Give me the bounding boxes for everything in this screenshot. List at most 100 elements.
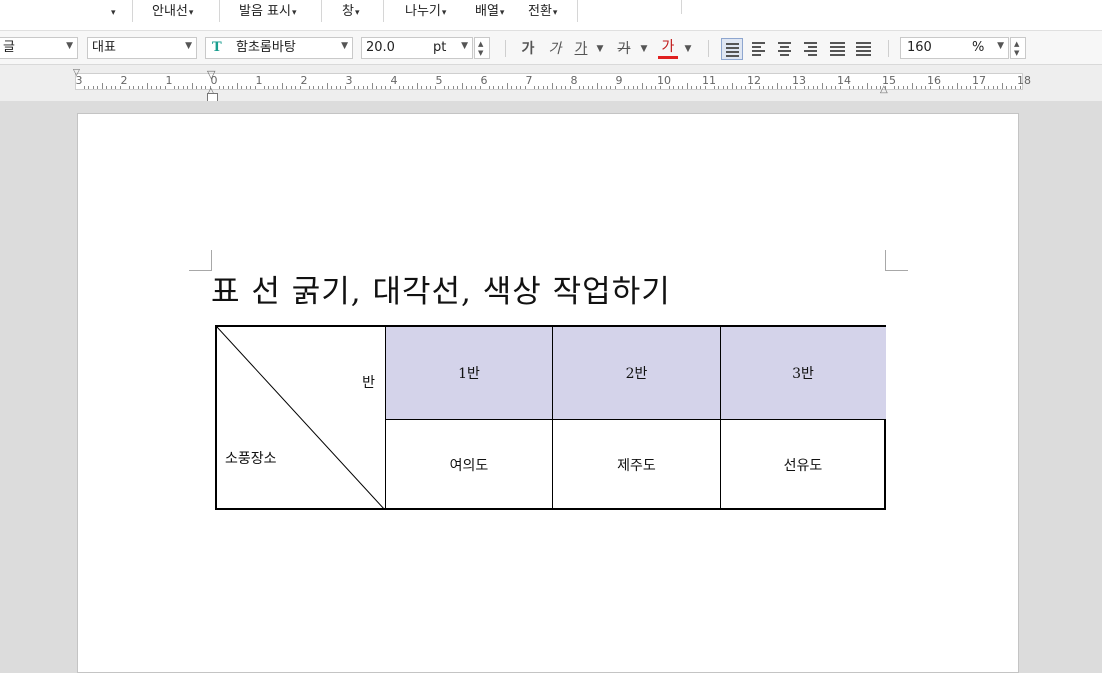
left-margin-marker-icon[interactable]: ▽: [73, 69, 80, 78]
font-color-button[interactable]: 가: [658, 39, 678, 59]
table-header-cell[interactable]: 3반: [720, 327, 886, 419]
ruler-tick: [875, 86, 877, 89]
ruler-tick: [479, 86, 481, 89]
ruler-tick: [497, 86, 499, 89]
chevron-up-icon[interactable]: ▲: [1014, 40, 1019, 48]
ruler-tick: [623, 86, 625, 89]
data-table[interactable]: 1반 2반 3반 여의도 제주도 선유도 반 소풍장소: [215, 325, 886, 510]
ruler-tick: [898, 86, 899, 89]
ruler-tick: [416, 83, 418, 89]
font-size-select[interactable]: 20.0 pt ▼: [361, 37, 473, 59]
chevron-up-icon[interactable]: ▲: [478, 40, 483, 48]
table-body-cell[interactable]: 제주도: [553, 419, 720, 510]
font-size-stepper[interactable]: ▲ ▼: [474, 37, 490, 59]
ribbon-menu: ▾ 안내선▾ 발음 표시▾ 창▾ 나누기▾ 배열▾ 전환▾: [0, 0, 1102, 31]
ruler-tick: [196, 86, 197, 89]
align-justify-button[interactable]: [721, 38, 743, 60]
ruler-tick: [628, 86, 629, 89]
ruler-tick: [997, 86, 998, 89]
table-body-cell[interactable]: 선유도: [720, 419, 886, 510]
ruler-tick: [547, 86, 548, 89]
ruler-tick: [344, 86, 346, 89]
strikethrough-button[interactable]: 가: [615, 39, 633, 59]
font-select[interactable]: T 함초롬바탕 ▼: [205, 37, 353, 59]
style-select[interactable]: 대표 ▼: [87, 37, 197, 59]
guideline-menu[interactable]: 안내선▾: [152, 3, 193, 21]
ruler-tick: [425, 86, 427, 89]
ruler-tick: [254, 86, 256, 89]
line-spacing-stepper[interactable]: ▲ ▼: [1010, 37, 1026, 59]
ruler-tick: [650, 86, 652, 89]
chevron-down-icon: ▾: [111, 8, 116, 18]
margin-corner-marker: [189, 250, 212, 271]
window-menu-label: 창: [342, 4, 354, 19]
ruler-tick: [637, 86, 638, 89]
split-menu[interactable]: 나누기▾: [405, 3, 446, 21]
ruler-tick: [340, 86, 341, 89]
align-center-button[interactable]: [774, 38, 796, 60]
table-header-cell[interactable]: 2반: [553, 327, 720, 419]
ruler-tick: [907, 86, 908, 89]
ruler-tick: [565, 86, 566, 89]
ruler-tick: [812, 86, 814, 89]
ruler-tick: [452, 86, 454, 89]
ruler-tick: [308, 86, 310, 89]
ruler-tick: [731, 83, 733, 89]
ruler-tick: [443, 86, 445, 89]
table-body-cell[interactable]: 여의도: [385, 419, 553, 510]
ruler-tick: [160, 86, 161, 89]
chevron-down-icon[interactable]: ▼: [638, 39, 650, 59]
ruler-tick: [740, 86, 742, 89]
ruler-tick: [178, 86, 179, 89]
ruler-tick: [502, 86, 503, 89]
document-title[interactable]: 표 선 굵기, 대각선, 색상 작업하기: [211, 266, 671, 311]
ruler-number: 1: [255, 74, 263, 87]
switch-menu[interactable]: 전환▾: [528, 3, 557, 21]
ruler-tick: [142, 86, 143, 89]
align-distribute-button[interactable]: [826, 38, 848, 60]
underline-button[interactable]: 가: [572, 39, 590, 59]
ruler-tick: [263, 86, 265, 89]
chevron-down-icon[interactable]: ▼: [682, 39, 694, 59]
ruler-tick: [434, 86, 436, 89]
ruler-tick: [839, 86, 841, 89]
line-spacing-select[interactable]: 160 % ▼: [900, 37, 1009, 59]
ruler-tick: [583, 86, 584, 89]
window-menu[interactable]: 창▾: [342, 3, 360, 21]
ruler-tick: [866, 83, 868, 89]
pronunciation-menu[interactable]: 발음 표시▾: [239, 3, 297, 21]
ruler-number: 18: [1017, 74, 1031, 87]
italic-button[interactable]: 가: [546, 39, 564, 59]
ribbon-separator: [219, 0, 220, 22]
ruler-tick: [808, 86, 809, 89]
ruler-tick: [862, 86, 863, 89]
chevron-down-icon[interactable]: ▼: [478, 49, 483, 57]
chevron-down-icon[interactable]: ▼: [594, 39, 606, 59]
bold-button[interactable]: 가: [519, 39, 537, 59]
ruler-tick: [533, 86, 535, 89]
language-select[interactable]: 글 ▼: [0, 37, 78, 59]
chevron-down-icon[interactable]: ▼: [1014, 49, 1019, 57]
ruler-tick: [803, 86, 805, 89]
ruler-number: 9: [615, 74, 623, 87]
switch-menu-label: 전환: [528, 4, 552, 19]
ruler-tick: [164, 86, 166, 89]
align-left-button[interactable]: [748, 38, 770, 60]
ruler-tick: [763, 86, 764, 89]
ruler-tick: [943, 86, 944, 89]
ruler-tick: [493, 86, 494, 89]
ruler-tick: [830, 86, 832, 89]
ribbon-dropdown[interactable]: ▾: [110, 3, 116, 21]
ruler-tick: [353, 86, 355, 89]
table-corner-cell[interactable]: 반 소풍장소: [217, 327, 385, 510]
align-divide-button[interactable]: [852, 38, 874, 60]
right-indent-marker-icon[interactable]: △: [880, 85, 888, 95]
align-right-button[interactable]: [800, 38, 822, 60]
first-indent-marker-icon[interactable]: ▽: [207, 69, 215, 80]
ruler-tick: [592, 86, 593, 89]
table-header-cell[interactable]: 1반: [385, 327, 553, 419]
arrange-menu[interactable]: 배열▾: [475, 3, 504, 21]
corner-bottom-label: 소풍장소: [225, 451, 277, 467]
ruler-tick: [488, 86, 490, 89]
chevron-down-icon: ▼: [66, 41, 73, 51]
